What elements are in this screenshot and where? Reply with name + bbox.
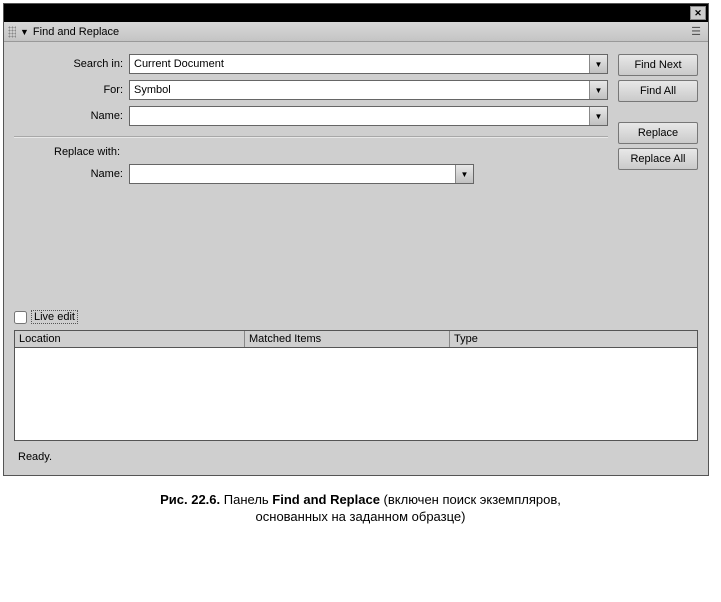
status-text: Ready. [14, 441, 698, 469]
results-body[interactable] [15, 348, 697, 440]
gripper-icon [8, 26, 16, 38]
label-replace-name: Name: [14, 168, 129, 180]
search-in-input[interactable] [130, 55, 589, 73]
collapse-icon[interactable]: ▼ [20, 27, 29, 37]
search-in-combo[interactable]: ▼ [129, 54, 608, 74]
panel-body: Search in: ▼ For: ▼ Name: [4, 42, 708, 475]
name-input[interactable] [130, 107, 589, 125]
panel-menu-icon[interactable]: ☰ [688, 25, 704, 38]
results-table: Location Matched Items Type [14, 330, 698, 441]
for-combo[interactable]: ▼ [129, 80, 608, 100]
label-name: Name: [14, 110, 129, 122]
col-type[interactable]: Type [450, 331, 697, 347]
label-search-in: Search in: [14, 58, 129, 70]
col-matched[interactable]: Matched Items [245, 331, 450, 347]
label-live-edit: Live edit [31, 310, 78, 324]
replace-button[interactable]: Replace [618, 122, 698, 144]
col-location[interactable]: Location [15, 331, 245, 347]
find-all-button[interactable]: Find All [618, 80, 698, 102]
chevron-down-icon[interactable]: ▼ [455, 165, 473, 183]
panel-header[interactable]: ▼ Find and Replace ☰ [4, 22, 708, 42]
replace-section: Replace with: Name: ▼ [14, 146, 608, 184]
figure-caption: Рис. 22.6. Панель Find and Replace (вклю… [0, 492, 721, 526]
live-edit-checkbox[interactable] [14, 311, 27, 324]
name-combo[interactable]: ▼ [129, 106, 608, 126]
chevron-down-icon[interactable]: ▼ [589, 107, 607, 125]
replace-all-button[interactable]: Replace All [618, 148, 698, 170]
for-input[interactable] [130, 81, 589, 99]
window-titlebar: ✕ [4, 4, 708, 22]
results-header: Location Matched Items Type [15, 331, 697, 348]
close-icon[interactable]: ✕ [690, 6, 706, 20]
lower-section: Live edit Location Matched Items Type Re… [14, 310, 698, 469]
chevron-down-icon[interactable]: ▼ [589, 81, 607, 99]
panel-title: Find and Replace [33, 26, 119, 38]
panel-window: ✕ ▼ Find and Replace ☰ Search in: ▼ For: [3, 3, 709, 476]
form-area: Search in: ▼ For: ▼ Name: [14, 54, 618, 190]
button-column: Find Next Find All Replace Replace All [618, 54, 698, 190]
label-for: For: [14, 84, 129, 96]
replace-name-input[interactable] [130, 165, 455, 183]
replace-name-combo[interactable]: ▼ [129, 164, 474, 184]
separator [14, 136, 608, 138]
chevron-down-icon[interactable]: ▼ [589, 55, 607, 73]
label-replace-with: Replace with: [14, 146, 608, 158]
find-next-button[interactable]: Find Next [618, 54, 698, 76]
